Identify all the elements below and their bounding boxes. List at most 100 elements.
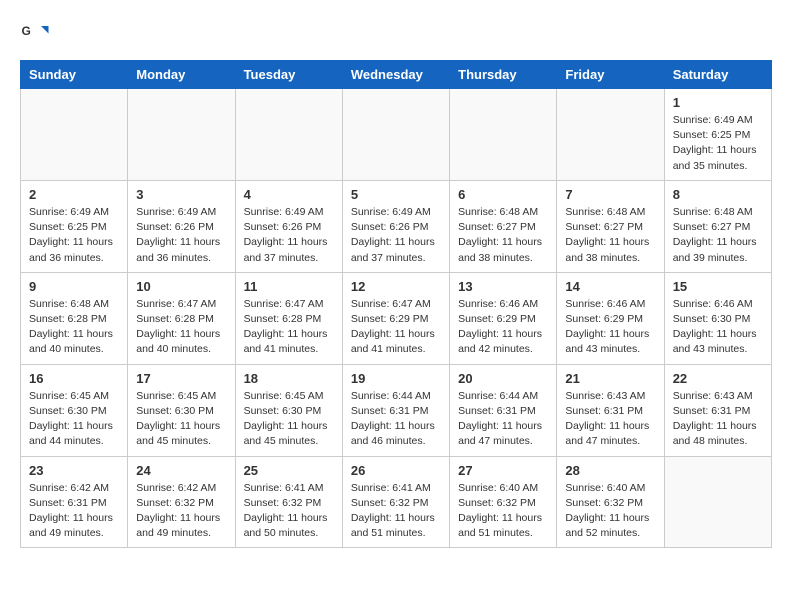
calendar-cell: 13 Sunrise: 6:46 AM Sunset: 6:29 PM Dayli… — [450, 272, 557, 364]
calendar-cell: 21 Sunrise: 6:43 AM Sunset: 6:31 PM Dayli… — [557, 364, 664, 456]
day-number: 1 — [673, 95, 763, 110]
calendar-cell: 11Sunrise: 6:47 AM Sunset: 6:28 PM Dayli… — [235, 272, 342, 364]
calendar-cell: 27 Sunrise: 6:40 AM Sunset: 6:32 PM Dayli… — [450, 456, 557, 548]
cell-info: Sunrise: 6:48 AM Sunset: 6:27 PM Dayligh… — [458, 205, 548, 266]
column-header-thursday: Thursday — [450, 61, 557, 89]
day-number: 28 — [565, 463, 655, 478]
calendar-cell: 2 Sunrise: 6:49 AM Sunset: 6:25 PM Daylig… — [21, 180, 128, 272]
calendar-cell: 15 Sunrise: 6:46 AM Sunset: 6:30 PM Dayli… — [664, 272, 771, 364]
cell-info: Sunrise: 6:41 AM Sunset: 6:32 PM Dayligh… — [351, 481, 441, 542]
calendar-cell: 6 Sunrise: 6:48 AM Sunset: 6:27 PM Daylig… — [450, 180, 557, 272]
cell-info: Sunrise: 6:45 AM Sunset: 6:30 PM Dayligh… — [244, 389, 334, 450]
calendar-cell — [557, 89, 664, 181]
cell-info: Sunrise: 6:46 AM Sunset: 6:29 PM Dayligh… — [565, 297, 655, 358]
cell-info: Sunrise: 6:40 AM Sunset: 6:32 PM Dayligh… — [458, 481, 548, 542]
cell-info: Sunrise: 6:41 AM Sunset: 6:32 PM Dayligh… — [244, 481, 334, 542]
calendar-cell — [128, 89, 235, 181]
week-row-2: 2 Sunrise: 6:49 AM Sunset: 6:25 PM Daylig… — [21, 180, 772, 272]
day-number: 12 — [351, 279, 441, 294]
calendar-cell — [664, 456, 771, 548]
calendar-cell: 23Sunrise: 6:42 AM Sunset: 6:31 PM Dayli… — [21, 456, 128, 548]
column-header-friday: Friday — [557, 61, 664, 89]
day-number: 21 — [565, 371, 655, 386]
calendar-cell: 25 Sunrise: 6:41 AM Sunset: 6:32 PM Dayli… — [235, 456, 342, 548]
calendar-cell: 1 Sunrise: 6:49 AM Sunset: 6:25 PM Daylig… — [664, 89, 771, 181]
day-number: 13 — [458, 279, 548, 294]
calendar-cell — [450, 89, 557, 181]
cell-info: Sunrise: 6:49 AM Sunset: 6:26 PM Dayligh… — [136, 205, 226, 266]
calendar-cell: 28Sunrise: 6:40 AM Sunset: 6:32 PM Dayli… — [557, 456, 664, 548]
calendar-cell: 10 Sunrise: 6:47 AM Sunset: 6:28 PM Dayli… — [128, 272, 235, 364]
week-row-5: 23Sunrise: 6:42 AM Sunset: 6:31 PM Dayli… — [21, 456, 772, 548]
day-number: 15 — [673, 279, 763, 294]
calendar-cell: 7 Sunrise: 6:48 AM Sunset: 6:27 PM Daylig… — [557, 180, 664, 272]
calendar-header-row: SundayMondayTuesdayWednesdayThursdayFrid… — [21, 61, 772, 89]
calendar-cell — [342, 89, 449, 181]
day-number: 14 — [565, 279, 655, 294]
calendar-cell: 22 Sunrise: 6:43 AM Sunset: 6:31 PM Dayli… — [664, 364, 771, 456]
cell-info: Sunrise: 6:43 AM Sunset: 6:31 PM Dayligh… — [673, 389, 763, 450]
day-number: 10 — [136, 279, 226, 294]
calendar-table: SundayMondayTuesdayWednesdayThursdayFrid… — [20, 60, 772, 548]
calendar-cell: 26 Sunrise: 6:41 AM Sunset: 6:32 PM Dayli… — [342, 456, 449, 548]
column-header-saturday: Saturday — [664, 61, 771, 89]
calendar-cell: 3 Sunrise: 6:49 AM Sunset: 6:26 PM Daylig… — [128, 180, 235, 272]
calendar-cell: 17 Sunrise: 6:45 AM Sunset: 6:30 PM Dayli… — [128, 364, 235, 456]
calendar-cell: 4Sunrise: 6:49 AM Sunset: 6:26 PM Daylig… — [235, 180, 342, 272]
logo: G — [20, 20, 54, 50]
day-number: 20 — [458, 371, 548, 386]
cell-info: Sunrise: 6:49 AM Sunset: 6:25 PM Dayligh… — [673, 113, 763, 174]
day-number: 9 — [29, 279, 119, 294]
calendar-cell: 18 Sunrise: 6:45 AM Sunset: 6:30 PM Dayli… — [235, 364, 342, 456]
day-number: 18 — [244, 371, 334, 386]
column-header-wednesday: Wednesday — [342, 61, 449, 89]
cell-info: Sunrise: 6:46 AM Sunset: 6:30 PM Dayligh… — [673, 297, 763, 358]
cell-info: Sunrise: 6:47 AM Sunset: 6:29 PM Dayligh… — [351, 297, 441, 358]
calendar-cell: 9 Sunrise: 6:48 AM Sunset: 6:28 PM Daylig… — [21, 272, 128, 364]
day-number: 11 — [244, 279, 334, 294]
day-number: 25 — [244, 463, 334, 478]
cell-info: Sunrise: 6:49 AM Sunset: 6:25 PM Dayligh… — [29, 205, 119, 266]
day-number: 19 — [351, 371, 441, 386]
calendar-cell: 20 Sunrise: 6:44 AM Sunset: 6:31 PM Dayli… — [450, 364, 557, 456]
cell-info: Sunrise: 6:42 AM Sunset: 6:32 PM Dayligh… — [136, 481, 226, 542]
cell-info: Sunrise: 6:45 AM Sunset: 6:30 PM Dayligh… — [136, 389, 226, 450]
day-number: 6 — [458, 187, 548, 202]
calendar-cell: 19 Sunrise: 6:44 AM Sunset: 6:31 PM Dayli… — [342, 364, 449, 456]
cell-info: Sunrise: 6:49 AM Sunset: 6:26 PM Dayligh… — [351, 205, 441, 266]
column-header-tuesday: Tuesday — [235, 61, 342, 89]
day-number: 17 — [136, 371, 226, 386]
cell-info: Sunrise: 6:48 AM Sunset: 6:28 PM Dayligh… — [29, 297, 119, 358]
column-header-monday: Monday — [128, 61, 235, 89]
week-row-1: 1 Sunrise: 6:49 AM Sunset: 6:25 PM Daylig… — [21, 89, 772, 181]
cell-info: Sunrise: 6:48 AM Sunset: 6:27 PM Dayligh… — [673, 205, 763, 266]
cell-info: Sunrise: 6:44 AM Sunset: 6:31 PM Dayligh… — [351, 389, 441, 450]
cell-info: Sunrise: 6:43 AM Sunset: 6:31 PM Dayligh… — [565, 389, 655, 450]
cell-info: Sunrise: 6:49 AM Sunset: 6:26 PM Dayligh… — [244, 205, 334, 266]
day-number: 5 — [351, 187, 441, 202]
calendar-cell: 16Sunrise: 6:45 AM Sunset: 6:30 PM Dayli… — [21, 364, 128, 456]
calendar-cell — [21, 89, 128, 181]
calendar-cell: 14 Sunrise: 6:46 AM Sunset: 6:29 PM Dayli… — [557, 272, 664, 364]
calendar-cell: 5 Sunrise: 6:49 AM Sunset: 6:26 PM Daylig… — [342, 180, 449, 272]
calendar-cell — [235, 89, 342, 181]
cell-info: Sunrise: 6:48 AM Sunset: 6:27 PM Dayligh… — [565, 205, 655, 266]
logo-icon: G — [20, 20, 50, 50]
day-number: 7 — [565, 187, 655, 202]
day-number: 24 — [136, 463, 226, 478]
cell-info: Sunrise: 6:47 AM Sunset: 6:28 PM Dayligh… — [136, 297, 226, 358]
day-number: 22 — [673, 371, 763, 386]
cell-info: Sunrise: 6:42 AM Sunset: 6:31 PM Dayligh… — [29, 481, 119, 542]
day-number: 2 — [29, 187, 119, 202]
day-number: 3 — [136, 187, 226, 202]
cell-info: Sunrise: 6:44 AM Sunset: 6:31 PM Dayligh… — [458, 389, 548, 450]
week-row-3: 9 Sunrise: 6:48 AM Sunset: 6:28 PM Daylig… — [21, 272, 772, 364]
day-number: 26 — [351, 463, 441, 478]
calendar-cell: 8 Sunrise: 6:48 AM Sunset: 6:27 PM Daylig… — [664, 180, 771, 272]
column-header-sunday: Sunday — [21, 61, 128, 89]
cell-info: Sunrise: 6:45 AM Sunset: 6:30 PM Dayligh… — [29, 389, 119, 450]
cell-info: Sunrise: 6:46 AM Sunset: 6:29 PM Dayligh… — [458, 297, 548, 358]
day-number: 8 — [673, 187, 763, 202]
day-number: 27 — [458, 463, 548, 478]
calendar-cell: 12 Sunrise: 6:47 AM Sunset: 6:29 PM Dayli… — [342, 272, 449, 364]
